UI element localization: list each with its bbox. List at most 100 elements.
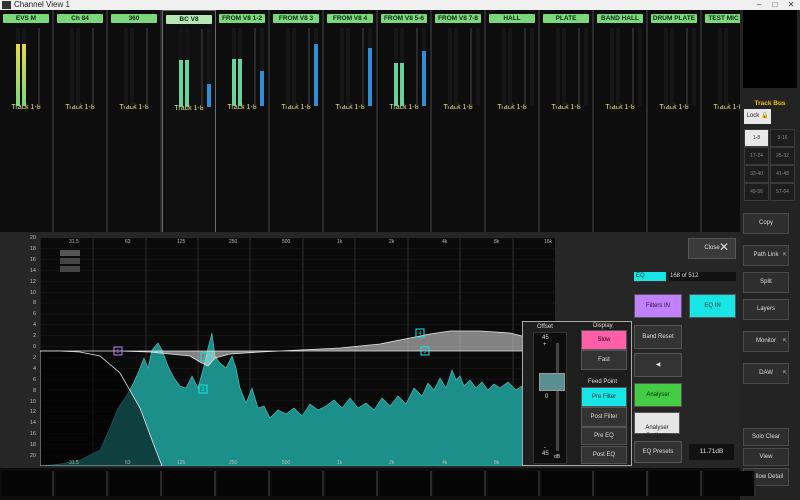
bottom-strip-cell[interactable] — [596, 471, 648, 496]
track-bus-range-button[interactable]: 9-16 — [770, 129, 795, 147]
bottom-strip-cell[interactable] — [650, 471, 702, 496]
bottom-strip-cell[interactable] — [2, 471, 54, 496]
channel-strip[interactable]: FROM V8 4 Track 1-8 — [324, 10, 378, 232]
post-filter-button[interactable]: Post Filter — [581, 407, 627, 427]
eq-in-button[interactable]: EQ IN — [689, 294, 736, 318]
bottom-strip-cell[interactable] — [488, 471, 540, 496]
side-button-monitor[interactable]: Monitor ⇱ — [743, 331, 789, 352]
analyser-settings-button[interactable]: Analyser Settings — [634, 412, 680, 439]
track-bus-range-button[interactable]: 25-32 — [770, 147, 795, 165]
channel-strip[interactable]: EVS M Track 1-8 — [0, 10, 54, 232]
meter-fill — [238, 59, 242, 106]
side-button-path-link[interactable]: Path Link ⇱ — [743, 245, 789, 266]
close-icon[interactable]: ✕ — [784, 0, 798, 10]
track-bus-range-button[interactable]: 33-40 — [744, 165, 769, 183]
fader-track[interactable] — [362, 28, 364, 106]
fader-track[interactable] — [416, 28, 418, 106]
channel-name[interactable]: FROM V8 7-8 — [435, 14, 481, 23]
track-bus-range-button[interactable]: 49-56 — [744, 183, 769, 201]
offset-slider[interactable]: 45 + 0 - 45 dB — [533, 332, 567, 464]
bottom-strip-cell[interactable] — [542, 471, 594, 496]
band-reset-button[interactable]: Band Reset — [634, 325, 682, 349]
bottom-strip-cell[interactable] — [164, 471, 216, 496]
channel-name[interactable]: FROM V8 4 — [327, 14, 373, 23]
fader-track[interactable] — [38, 28, 40, 106]
bottom-strip-cell[interactable] — [380, 471, 432, 496]
offset-handle[interactable] — [539, 373, 565, 391]
side-button-layers[interactable]: Layers — [743, 299, 789, 320]
nav-left-button[interactable]: ◀ — [634, 353, 682, 377]
bottom-strip-bar — [0, 468, 756, 500]
track-bus-range-button[interactable]: 57-64 — [770, 183, 795, 201]
gain-tick-label: 16 — [29, 431, 36, 438]
app-icon — [2, 1, 11, 9]
channel-name[interactable]: BC V8 — [166, 15, 212, 24]
track-bus-range-button[interactable]: 1-8 — [744, 129, 769, 147]
bottom-strip-cell[interactable] — [434, 471, 486, 496]
channel-name[interactable]: BAND HALL — [597, 14, 643, 23]
side-button-split[interactable]: Split — [743, 272, 789, 293]
channel-strip[interactable]: BC V8 Track 1-8 — [162, 10, 216, 234]
channel-name[interactable]: DRUM PLATE — [651, 14, 697, 23]
bottom-strip-cell[interactable] — [704, 471, 756, 496]
channel-name[interactable]: FROM V8 3 — [273, 14, 319, 23]
side-button-daw[interactable]: DAW ⇱ — [743, 363, 789, 384]
fader-track[interactable] — [308, 28, 310, 106]
fader-track[interactable] — [524, 28, 526, 106]
fast-button[interactable]: Fast — [581, 350, 627, 370]
side-button-solo-clear[interactable]: Solo Clear — [743, 428, 789, 446]
fader-track[interactable] — [201, 29, 203, 107]
fader-track[interactable] — [578, 28, 580, 106]
side-button-copy[interactable]: Copy — [743, 213, 789, 234]
pre-eq-button[interactable]: Pre EQ — [581, 427, 627, 445]
bottom-strip-cell[interactable] — [326, 471, 378, 496]
filters-in-button[interactable]: Filters IN — [634, 294, 682, 318]
track-bus-range-button[interactable]: 17-24 — [744, 147, 769, 165]
bottom-strip-cell[interactable] — [110, 471, 162, 496]
bottom-strip-cell[interactable] — [272, 471, 324, 496]
lock-button[interactable]: Lock 🔒 — [744, 109, 771, 124]
channel-strip[interactable]: Ch 84 Track 1-8 — [54, 10, 108, 232]
channel-strip[interactable]: 360 Track 1-8 — [108, 10, 162, 232]
pre-filter-button[interactable]: Pre Filter — [581, 387, 627, 407]
channel-strip[interactable]: FROM V8 5-6 Track 1-8 — [378, 10, 432, 232]
channel-strip[interactable]: PLATE Track 1-8 — [540, 10, 594, 232]
close-button[interactable]: Close ✕ — [688, 238, 736, 259]
channel-name[interactable]: PLATE — [543, 14, 589, 23]
minimize-icon[interactable]: – — [752, 0, 766, 10]
eq-graph[interactable]: 12345 — [39, 237, 556, 467]
fader-track[interactable] — [686, 28, 688, 106]
bottom-strip-cell[interactable] — [218, 471, 270, 496]
track-bus-range-button[interactable]: 41-48 — [770, 165, 795, 183]
level-meter — [76, 28, 80, 106]
fader-track[interactable] — [146, 28, 148, 106]
post-eq-button[interactable]: Post EQ — [581, 446, 627, 464]
channel-strip[interactable]: BAND HALL Track 1-8 — [594, 10, 648, 232]
channel-strip[interactable]: DRUM PLATE Track 1-8 — [648, 10, 702, 232]
eq-presets-button[interactable]: EQ Presets — [634, 441, 682, 463]
channel-name[interactable]: 360 — [111, 14, 157, 23]
fader-track[interactable] — [92, 28, 94, 106]
channel-strip[interactable]: FROM V8 1-2 Track 1-8 — [216, 10, 270, 232]
channel-name[interactable]: FROM V8 5-6 — [381, 14, 427, 23]
channel-name[interactable]: Ch 84 — [57, 14, 103, 23]
freq-tick-label-bottom: 1k — [337, 460, 343, 466]
maximize-icon[interactable]: □ — [768, 0, 782, 10]
slow-button[interactable]: Slow — [581, 330, 627, 350]
channel-name[interactable]: HALL — [489, 14, 535, 23]
bottom-strip-cell[interactable] — [56, 471, 108, 496]
fader-track[interactable] — [254, 28, 256, 106]
channel-strip[interactable]: FROM V8 3 Track 1-8 — [270, 10, 324, 232]
side-button-label: Monitor — [755, 338, 776, 344]
fader-track[interactable] — [632, 28, 634, 106]
level-meter — [130, 28, 134, 106]
analyser-button[interactable]: Analyser — [634, 383, 682, 407]
fader-track[interactable] — [470, 28, 472, 106]
channel-strip[interactable]: FROM V8 7-8 Track 1-8 — [432, 10, 486, 232]
channel-name[interactable]: FROM V8 1-2 — [219, 14, 265, 23]
meter-fill — [207, 83, 211, 107]
channel-name[interactable]: EVS M — [3, 14, 49, 23]
side-button-view[interactable]: View — [743, 448, 789, 466]
lock-label: Lock — [746, 113, 760, 119]
channel-strip[interactable]: HALL Track 1-8 — [486, 10, 540, 232]
